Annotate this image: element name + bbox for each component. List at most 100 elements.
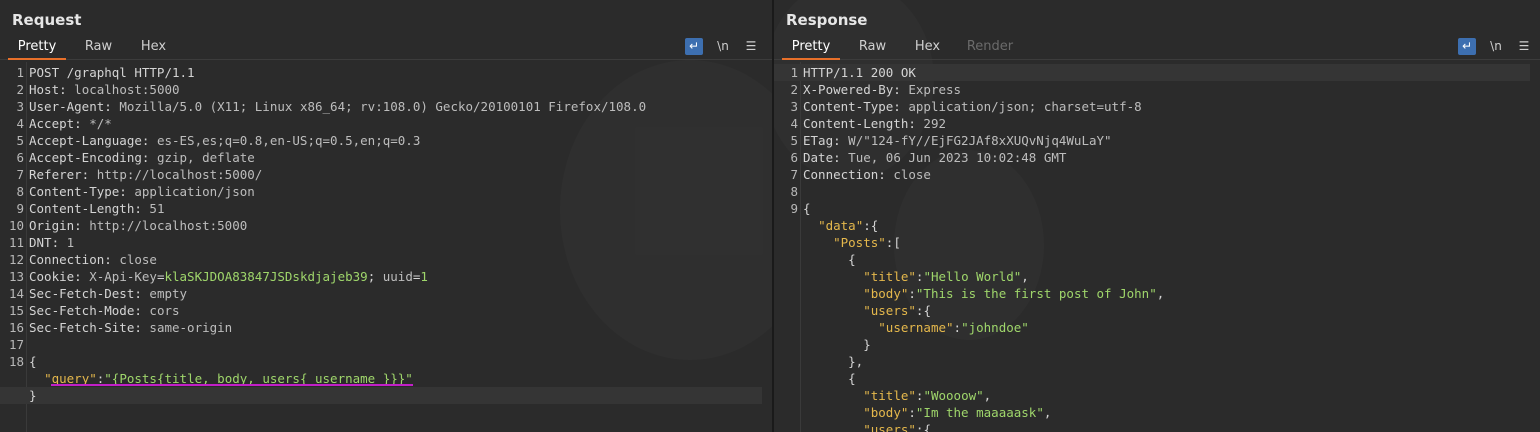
code-line: 10 Origin: http://localhost:5000 bbox=[0, 217, 762, 234]
header-name: Content-Type: bbox=[29, 184, 127, 199]
line-number: 3 bbox=[790, 99, 798, 114]
code-line: 18 { bbox=[0, 353, 762, 370]
code-line: }, bbox=[774, 353, 1530, 370]
line-content: Accept-Language: es-ES,es;q=0.8,en-US;q=… bbox=[29, 132, 420, 149]
json-colon: : bbox=[908, 405, 916, 420]
code-line: 2 X-Powered-By: Express bbox=[774, 81, 1530, 98]
line-content: User-Agent: Mozilla/5.0 (X11; Linux x86_… bbox=[29, 98, 646, 115]
line-number: 8 bbox=[16, 184, 24, 199]
line-number: 4 bbox=[16, 116, 24, 131]
code-line: 4 Accept: */* bbox=[0, 115, 762, 132]
header-value: close bbox=[885, 167, 931, 182]
code-line: 11 DNT: 1 bbox=[0, 234, 762, 251]
cookie-name: X-Api-Key bbox=[81, 269, 157, 284]
line-number: 9 bbox=[790, 201, 798, 216]
show-newlines-button[interactable]: \n bbox=[712, 38, 734, 55]
line-content: } bbox=[29, 387, 37, 404]
json-key: "title" bbox=[863, 388, 916, 403]
json-key: "data" bbox=[818, 218, 864, 233]
line-number: 12 bbox=[8, 252, 24, 267]
json-value: "Hello World" bbox=[923, 269, 1022, 284]
code-line: 17 bbox=[0, 336, 762, 353]
header-value: */* bbox=[81, 116, 112, 131]
code-line: 12 Connection: close bbox=[0, 251, 762, 268]
header-value: gzip, deflate bbox=[149, 150, 255, 165]
line-number: 18 bbox=[8, 354, 24, 369]
header-name: { bbox=[803, 371, 856, 386]
code-line: { bbox=[774, 370, 1530, 387]
header-name: User-Agent: bbox=[29, 99, 112, 114]
menu-icon[interactable]: ☰ bbox=[1515, 38, 1533, 55]
cookie-value: klaSKJDOA83847JSDskdjajeb39 bbox=[164, 269, 368, 284]
line-number: 1 bbox=[16, 65, 24, 80]
tab-hex[interactable]: Hex bbox=[131, 39, 176, 60]
json-punctuation: , bbox=[1043, 405, 1052, 420]
line-content: Host: localhost:5000 bbox=[29, 81, 180, 98]
line-content: Content-Length: 51 bbox=[29, 200, 164, 217]
wrap-lines-icon[interactable]: ↵ bbox=[1458, 38, 1476, 55]
json-punctuation: [ bbox=[893, 235, 901, 250]
header-name: Host: bbox=[29, 82, 67, 97]
tab-raw[interactable]: Raw bbox=[76, 39, 121, 60]
tab-hex[interactable]: Hex bbox=[905, 39, 950, 60]
line-number: 15 bbox=[8, 303, 24, 318]
menu-icon[interactable]: ☰ bbox=[742, 38, 760, 55]
json-punctuation: , bbox=[1021, 269, 1029, 284]
header-name: POST /graphql HTTP/1.1 bbox=[29, 65, 195, 80]
header-name: Content-Length: bbox=[29, 201, 142, 216]
header-name: Accept-Language: bbox=[29, 133, 150, 148]
json-key: "Posts" bbox=[833, 235, 886, 250]
json-colon: : bbox=[908, 286, 916, 301]
code-line: "data":{ bbox=[774, 217, 1530, 234]
show-newlines-button[interactable]: \n bbox=[1485, 38, 1507, 55]
header-name: { bbox=[29, 354, 37, 369]
header-value: 1 bbox=[59, 235, 75, 250]
header-value: localhost:5000 bbox=[66, 82, 180, 97]
line-content: ETag: W/"124-fY//EjFG2JAf8xXUQvNjq4WuLaY… bbox=[803, 132, 1112, 149]
response-editor[interactable]: 1 HTTP/1.1 200 OK 2 X-Powered-By: Express 3 C… bbox=[774, 62, 1540, 432]
header-name: Origin: bbox=[29, 218, 82, 233]
header-value: Mozilla/5.0 (X11; Linux x86_64; rv:108.0… bbox=[111, 99, 647, 114]
line-content: DNT: 1 bbox=[29, 234, 74, 251]
code-line: "title":"Woooow", bbox=[774, 387, 1530, 404]
tab-raw[interactable]: Raw bbox=[850, 39, 895, 60]
code-line: "body":"Im the maaaaask", bbox=[774, 404, 1530, 421]
header-value: application/json; charset=utf-8 bbox=[900, 99, 1142, 114]
code-line: 16 Sec-Fetch-Site: same-origin bbox=[0, 319, 762, 336]
header-name: Referer: bbox=[29, 167, 90, 182]
header-name: X-Powered-By: bbox=[803, 82, 901, 97]
line-content: Content-Length: 292 bbox=[803, 115, 946, 132]
tab-pretty[interactable]: Pretty bbox=[8, 39, 66, 60]
line-number: 10 bbox=[8, 218, 24, 233]
line-content: POST /graphql HTTP/1.1 bbox=[29, 64, 195, 81]
header-value: close bbox=[111, 252, 157, 267]
code-line: 4 Content-Length: 292 bbox=[774, 115, 1530, 132]
code-line: 1 POST /graphql HTTP/1.1 bbox=[0, 64, 762, 81]
code-line: "username":"johndoe" bbox=[774, 319, 1530, 336]
code-line: 7 Referer: http://localhost:5000/ bbox=[0, 166, 762, 183]
header-value: application/json bbox=[126, 184, 255, 199]
tab-pretty[interactable]: Pretty bbox=[782, 39, 840, 60]
json-value: "This is the first post of John" bbox=[915, 286, 1157, 301]
header-name: Connection: bbox=[29, 252, 112, 267]
json-key: "username" bbox=[878, 320, 954, 335]
code-line: "Posts":[ bbox=[774, 234, 1530, 251]
header-value: cors bbox=[141, 303, 180, 318]
header-value: http://localhost:5000 bbox=[81, 218, 248, 233]
line-content: } bbox=[803, 336, 871, 353]
json-colon: : bbox=[953, 320, 962, 335]
line-content: HTTP/1.1 200 OK bbox=[803, 64, 916, 81]
json-punctuation: { bbox=[923, 303, 931, 318]
code-line: "body":"This is the first post of John", bbox=[774, 285, 1530, 302]
line-content: Accept: */* bbox=[29, 115, 112, 132]
code-line: 15 Sec-Fetch-Mode: cors bbox=[0, 302, 762, 319]
tab-render[interactable]: Render bbox=[960, 39, 1020, 60]
request-editor[interactable]: 1 POST /graphql HTTP/1.1 2 Host: localhost:… bbox=[0, 62, 772, 432]
wrap-lines-icon[interactable]: ↵ bbox=[685, 38, 703, 55]
